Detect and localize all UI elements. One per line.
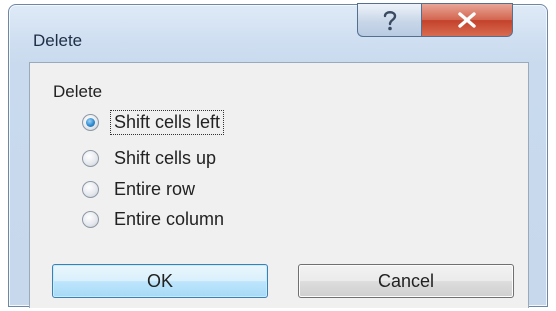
radio-button-checked[interactable] bbox=[82, 113, 99, 131]
radio-button[interactable] bbox=[82, 149, 99, 167]
dialog-body: Delete Shift cells left Shift cells up E… bbox=[29, 62, 529, 308]
caption-buttons bbox=[357, 3, 513, 39]
option-label: Shift cells left bbox=[109, 109, 225, 135]
radio-entire-column[interactable]: Entire column bbox=[82, 206, 227, 232]
help-icon bbox=[383, 11, 396, 31]
option-label: Entire row bbox=[114, 178, 196, 199]
ok-button[interactable]: OK bbox=[52, 264, 268, 298]
option-label: Entire column bbox=[114, 208, 225, 229]
close-button[interactable] bbox=[421, 3, 513, 37]
radio-button[interactable] bbox=[82, 180, 99, 198]
group-label: Delete bbox=[53, 82, 103, 101]
dialog-title: Delete bbox=[33, 31, 83, 50]
cancel-button[interactable]: Cancel bbox=[298, 264, 514, 298]
option-label: Shift cells up bbox=[114, 147, 217, 168]
radio-button[interactable] bbox=[82, 210, 99, 228]
radio-shift-cells-up[interactable]: Shift cells up bbox=[82, 145, 219, 171]
close-icon bbox=[458, 12, 476, 28]
help-button[interactable] bbox=[357, 3, 421, 37]
radio-shift-cells-left[interactable]: Shift cells left bbox=[82, 109, 225, 135]
radio-entire-row[interactable]: Entire row bbox=[82, 176, 198, 202]
delete-dialog: Delete Delete Shift cells left Shift cel bbox=[8, 3, 548, 308]
title-bar[interactable]: Delete bbox=[9, 3, 547, 61]
